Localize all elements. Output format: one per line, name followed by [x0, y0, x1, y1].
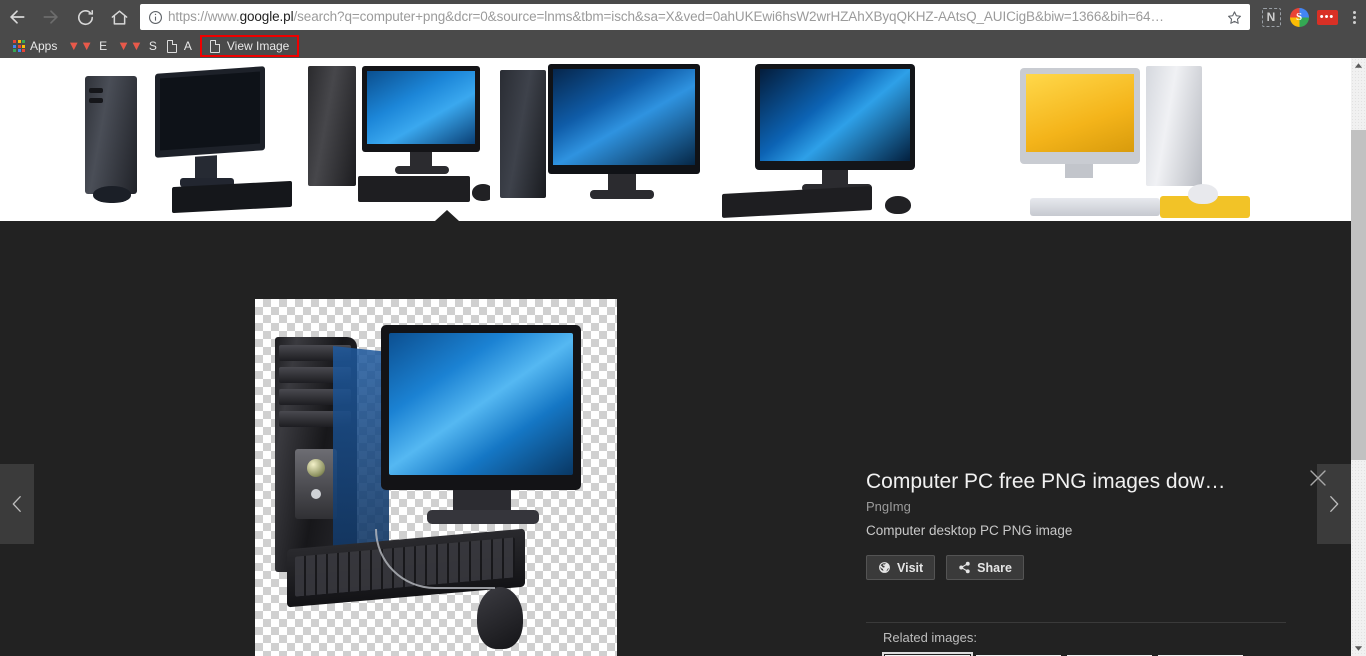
close-viewer-button[interactable]: [1301, 461, 1335, 495]
main-preview-wrapper: 960 × 960 - Images may be subject to cop…: [255, 299, 617, 656]
note-extension-icon[interactable]: N: [1258, 4, 1284, 30]
red-chevrons-icon: ▼▼: [117, 38, 143, 53]
related-images-label: Related images:: [883, 630, 977, 645]
expanded-image-viewer: 960 × 960 - Images may be subject to cop…: [0, 210, 1351, 656]
bookmark-view-image-label: View Image: [226, 39, 290, 53]
address-bar[interactable]: https://www.google.pl/search?q=computer+…: [140, 4, 1250, 30]
visit-button[interactable]: Visit: [866, 555, 936, 580]
result-thumb-4[interactable]: [710, 58, 1010, 221]
share-button[interactable]: Share: [946, 555, 1024, 580]
bookmark-e[interactable]: ▼▼ E: [62, 35, 112, 57]
result-thumb-2[interactable]: [300, 58, 490, 221]
reload-button[interactable]: [68, 0, 102, 34]
apps-label: Apps: [30, 39, 58, 53]
browser-toolbar: https://www.google.pl/search?q=computer+…: [0, 0, 1366, 34]
bookmark-a[interactable]: A: [162, 35, 197, 57]
image-source: PngImg: [866, 499, 911, 514]
info-circle-icon[interactable]: [146, 8, 164, 26]
password-manager-glyph: •••: [1316, 9, 1338, 25]
red-chevrons-icon: ▼▼: [67, 38, 94, 53]
back-button[interactable]: [0, 0, 34, 34]
forward-button[interactable]: [34, 0, 68, 34]
scroll-up-arrow-icon[interactable]: [1351, 58, 1366, 73]
image-info-panel: Computer PC free PNG images dow… PngImg …: [866, 469, 1286, 580]
image-title[interactable]: Computer PC free PNG images dow…: [866, 469, 1286, 495]
scroll-down-arrow-icon[interactable]: [1351, 641, 1366, 656]
note-extension-glyph: N: [1261, 7, 1281, 27]
share-button-label: Share: [977, 560, 1012, 575]
browser-chrome: https://www.google.pl/search?q=computer+…: [0, 0, 1366, 58]
s-extension-glyph: S: [1289, 7, 1309, 27]
password-manager-extension-icon[interactable]: •••: [1314, 4, 1340, 30]
result-thumb-5[interactable]: [1010, 58, 1350, 221]
s-extension-icon[interactable]: S: [1286, 4, 1312, 30]
share-icon: [958, 561, 971, 574]
bookmark-s[interactable]: ▼▼ S: [112, 35, 162, 57]
menu-dot: [1352, 10, 1356, 14]
visit-button-label: Visit: [897, 560, 924, 575]
previous-image-button[interactable]: [0, 464, 34, 544]
scrollbar-thumb[interactable]: [1351, 130, 1366, 460]
bookmarks-bar: Apps ▼▼ E ▼▼ S A View Image: [0, 34, 1366, 58]
three-dot-menu-icon[interactable]: [1342, 0, 1366, 34]
page-scrollbar[interactable]: [1351, 58, 1366, 656]
viewer-pointer-triangle: [435, 210, 459, 221]
menu-dot: [1352, 20, 1356, 24]
image-results-strip: [0, 58, 1351, 221]
bookmark-s-label: S: [148, 39, 157, 53]
page-content: 960 × 960 - Images may be subject to cop…: [0, 58, 1366, 656]
url-text[interactable]: https://www.google.pl/search?q=computer+…: [168, 4, 1224, 30]
result-thumb-1[interactable]: [0, 58, 300, 221]
panel-divider: [866, 622, 1286, 623]
image-description: Computer desktop PC PNG image: [866, 523, 1073, 538]
related-images-section: Related images:: [882, 630, 1283, 656]
document-icon: [166, 39, 177, 53]
globe-icon: [878, 561, 891, 574]
apps-grid-icon: [13, 40, 25, 52]
main-preview-image[interactable]: [255, 299, 617, 656]
menu-dot: [1352, 15, 1356, 19]
document-icon: [209, 39, 220, 53]
bookmark-e-label: E: [99, 39, 108, 53]
home-button[interactable]: [102, 0, 136, 34]
bookmark-a-label: A: [183, 39, 192, 53]
bookmark-view-image[interactable]: View Image: [199, 35, 300, 57]
result-thumb-3[interactable]: [490, 58, 710, 221]
bookmark-star-icon[interactable]: [1224, 10, 1244, 25]
action-buttons-row: Visit Share: [866, 555, 1286, 580]
apps-shortcut[interactable]: Apps: [8, 35, 62, 57]
